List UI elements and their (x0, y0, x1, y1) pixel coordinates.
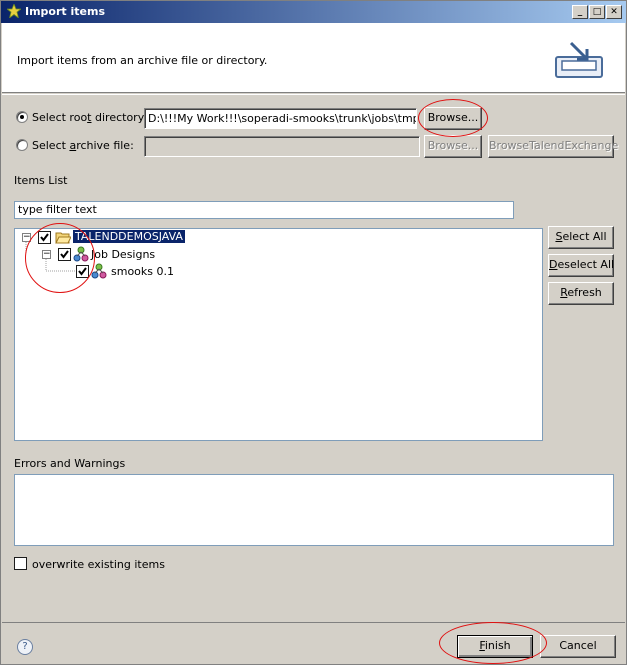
deselect-all-button[interactable]: Deselect All (548, 254, 614, 277)
import-tray-icon (555, 41, 603, 78)
wizard-banner: Import items from an archive file or dir… (2, 23, 625, 93)
root-directory-label: Select root directory: (32, 111, 148, 124)
cancel-button[interactable]: Cancel (540, 635, 616, 658)
tree-checkbox-smooks[interactable] (76, 265, 89, 278)
tree-node-smooks[interactable]: smooks 0.1 (111, 265, 174, 278)
job-icon (91, 263, 107, 279)
window-title: Import items (25, 5, 105, 18)
errors-warnings-box[interactable] (14, 474, 614, 546)
maximize-button[interactable]: □ (589, 5, 605, 19)
select-all-button[interactable]: Select All (548, 226, 614, 249)
finish-button[interactable]: Finish (457, 635, 533, 658)
browse-root-button[interactable]: Browse... (424, 107, 482, 130)
filter-input[interactable]: type filter text (14, 201, 514, 219)
archive-file-radio[interactable] (16, 139, 28, 151)
open-folder-icon (55, 232, 71, 244)
help-icon[interactable]: ? (17, 639, 33, 655)
check-icon (40, 233, 49, 242)
talend-star-icon (7, 4, 21, 18)
archive-file-field[interactable] (144, 136, 420, 157)
root-directory-field[interactable]: D:\!!!My Work!!!\soperadi-smooks\trunk\j… (144, 108, 417, 129)
banner-message: Import items from an archive file or dir… (17, 54, 268, 67)
items-list-label: Items List (14, 174, 68, 187)
tree-node-job-designs[interactable]: Job Designs (91, 248, 155, 261)
tree-node-talenddemosjava[interactable]: TALENDDEMOSJAVA (72, 229, 186, 244)
title-bar[interactable]: Import items _ □ ✕ (1, 1, 626, 23)
radio-dot (20, 115, 24, 119)
footer-separator (2, 622, 625, 623)
close-button[interactable]: ✕ (606, 5, 622, 19)
collapse-icon[interactable]: − (42, 250, 51, 259)
refresh-button[interactable]: Refresh (548, 282, 614, 305)
tree-checkbox-job-designs[interactable] (58, 248, 71, 261)
archive-file-label: Select archive file: (32, 139, 134, 152)
import-items-dialog: Import items _ □ ✕ Import items from an … (0, 0, 627, 665)
collapse-icon[interactable]: − (22, 233, 31, 242)
overwrite-checkbox[interactable] (14, 557, 27, 570)
browse-talend-exchange-button[interactable]: BrowseTalendExchange (488, 135, 618, 158)
check-icon (78, 267, 87, 276)
banner-separator (2, 94, 625, 95)
tree-checkbox-talenddemosjava[interactable] (38, 231, 51, 244)
root-directory-radio[interactable] (16, 111, 28, 123)
check-icon (60, 250, 69, 259)
minimize-button[interactable]: _ (572, 5, 588, 19)
items-tree[interactable]: − TALENDDEMOSJAVA − Job Designs smooks 0… (14, 228, 543, 441)
browse-archive-button[interactable]: Browse... (424, 135, 482, 158)
overwrite-label: overwrite existing items (32, 558, 165, 571)
job-designs-icon (73, 246, 89, 262)
errors-warnings-label: Errors and Warnings (14, 457, 126, 470)
